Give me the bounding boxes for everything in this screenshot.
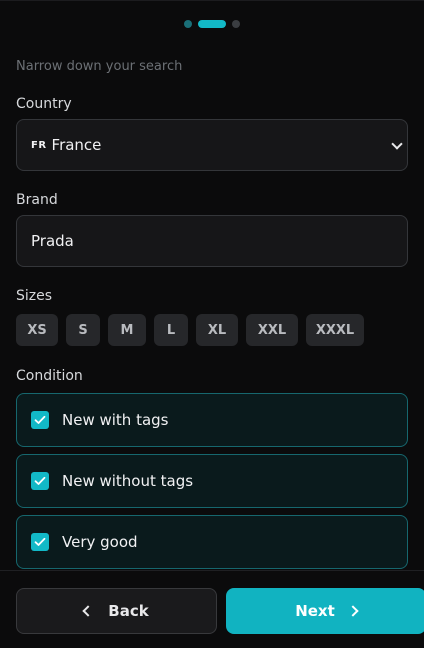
chevron-left-icon xyxy=(82,605,94,617)
condition-option-new-with-tags[interactable]: New with tags xyxy=(16,393,408,447)
country-value: France xyxy=(51,136,102,154)
condition-option-new-without-tags[interactable]: New without tags xyxy=(16,454,408,508)
condition-option-label: Very good xyxy=(62,533,138,551)
condition-option-very-good[interactable]: Very good xyxy=(16,515,408,569)
checkbox-checked-icon[interactable] xyxy=(31,411,49,429)
size-chip-m[interactable]: M xyxy=(108,314,146,346)
checkbox-checked-icon[interactable] xyxy=(31,472,49,490)
footer-actions: Back Next xyxy=(0,570,424,648)
sizes-label: Sizes xyxy=(16,288,53,304)
brand-value: Prada xyxy=(31,232,74,250)
size-chip-group: XS S M L XL XXL XXXL xyxy=(16,314,364,346)
checkbox-checked-icon[interactable] xyxy=(31,533,49,551)
step-dot-3 xyxy=(232,20,240,28)
flag-icon: FR xyxy=(31,139,47,151)
brand-input[interactable]: Prada xyxy=(16,215,408,267)
back-button[interactable]: Back xyxy=(16,588,217,634)
size-chip-xs[interactable]: XS xyxy=(16,314,58,346)
page-subtitle: Narrow down your search xyxy=(16,59,183,74)
step-indicator xyxy=(0,20,424,28)
next-button-label: Next xyxy=(295,602,335,620)
size-chip-l[interactable]: L xyxy=(154,314,188,346)
condition-option-label: New without tags xyxy=(62,472,194,490)
step-dot-1 xyxy=(184,20,192,28)
back-button-label: Back xyxy=(108,602,149,620)
step-dot-2 xyxy=(198,20,226,28)
top-divider xyxy=(0,0,424,1)
size-chip-xxl[interactable]: XXL xyxy=(246,314,298,346)
condition-option-label: New with tags xyxy=(62,411,169,429)
condition-label: Condition xyxy=(16,368,83,384)
size-chip-xl[interactable]: XL xyxy=(196,314,238,346)
country-label: Country xyxy=(16,96,72,112)
size-chip-xxxl[interactable]: XXXL xyxy=(306,314,364,346)
chevron-right-icon xyxy=(347,605,359,617)
filter-screen: Narrow down your search Country FR Franc… xyxy=(0,0,424,648)
brand-label: Brand xyxy=(16,192,58,208)
size-chip-s[interactable]: S xyxy=(66,314,100,346)
country-select[interactable]: FR France xyxy=(16,119,408,171)
chevron-down-icon xyxy=(391,138,403,150)
next-button[interactable]: Next xyxy=(226,588,424,634)
